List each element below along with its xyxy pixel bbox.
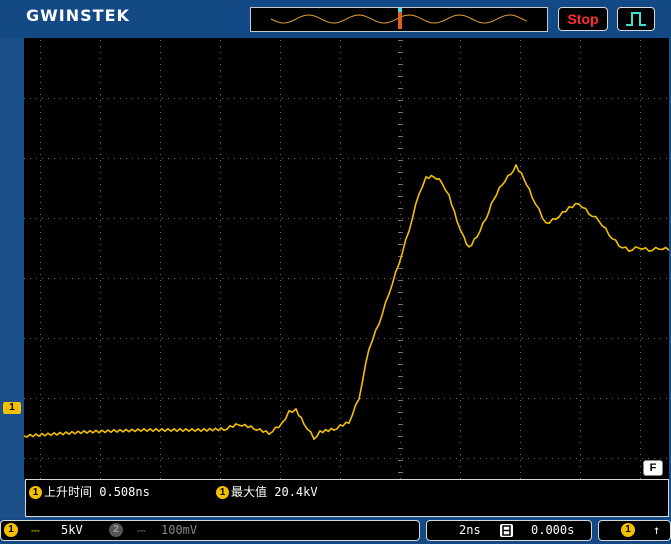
ch1-badge-icon: 1 (4, 523, 18, 537)
overview-window[interactable] (398, 10, 402, 29)
status-bar: 1 ⎓ 5kV 2 ⎓ 100mV 2ns 0.000s 1 ↑ (0, 518, 671, 544)
overview-waveform (270, 8, 528, 29)
measurement-value: 0.508ns (99, 485, 150, 499)
filter-badge: F (643, 460, 663, 476)
ch1-waveform-trace (24, 164, 669, 440)
overview-trigger-mark (398, 8, 402, 12)
measurement-label: 上升时间 (44, 485, 93, 499)
trigger-edge-icon[interactable] (617, 7, 655, 31)
dc-coupling-icon: ⎓ (31, 524, 40, 537)
timebase-value: 2ns (459, 523, 481, 537)
ch2-scale: 100mV (161, 523, 198, 537)
measurement-rise-time[interactable]: 1 上升时间 0.508ns (29, 483, 150, 500)
memory-overview-bar[interactable] (250, 7, 548, 32)
brand-logo: GWINSTEK (26, 6, 130, 25)
timebase-panel[interactable]: 2ns 0.000s (426, 520, 592, 541)
measurement-panel: 1 上升时间 0.508ns 1 最大值 20.4kV (25, 479, 669, 517)
ch1-scale: 5kV (61, 523, 83, 537)
rising-edge-icon: ↑ (653, 523, 661, 537)
horizontal-position-value: 0.000s (531, 523, 575, 537)
waveform-display[interactable] (24, 38, 669, 480)
trigger-panel[interactable]: 1 ↑ (598, 520, 671, 541)
top-bar: GWINSTEK Stop (0, 0, 671, 38)
measurement-label: 最大值 (231, 485, 268, 499)
ch1-ground-marker[interactable]: 1 (3, 402, 21, 414)
ch1-badge-icon: 1 (216, 486, 229, 499)
ch1-badge-icon: 1 (29, 486, 42, 499)
run-stop-button[interactable]: Stop (558, 7, 608, 31)
horizontal-position-icon (500, 524, 513, 537)
dc-coupling-icon: ⎓ (137, 524, 146, 537)
ch1-badge-icon: 1 (621, 523, 635, 537)
measurement-maximum[interactable]: 1 最大值 20.4kV (216, 483, 318, 500)
ch2-badge-icon: 2 (109, 523, 123, 537)
channel-scale-panel[interactable]: 1 ⎓ 5kV 2 ⎓ 100mV (0, 520, 420, 541)
measurement-value: 20.4kV (274, 485, 318, 499)
